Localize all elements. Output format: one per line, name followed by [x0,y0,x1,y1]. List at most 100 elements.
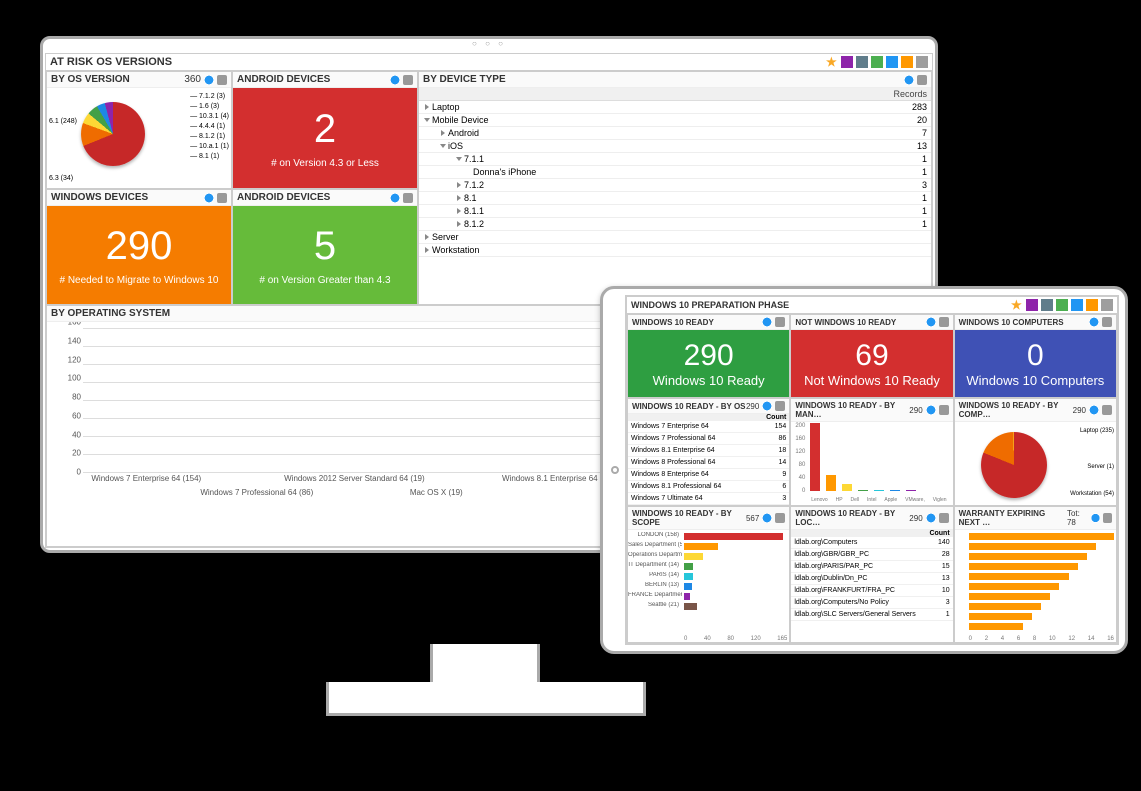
tree-row[interactable]: Laptop283 [419,101,931,114]
export-icon[interactable] [916,56,928,68]
info-icon[interactable] [204,75,214,85]
link-icon[interactable] [775,401,785,411]
info-icon[interactable] [762,401,772,411]
metric-tile[interactable]: 5 # on Version Greater than 4.3 [233,206,417,304]
metric-tile[interactable]: 69 Not Windows 10 Ready [791,330,952,397]
info-icon[interactable] [1091,513,1100,523]
tree-row[interactable]: Mobile Device20 [419,114,931,127]
info-icon[interactable] [1089,317,1099,327]
widget-title: WINDOWS 10 READY [632,318,714,327]
metric-tile[interactable]: 2 # on Version 4.3 or Less [233,88,417,188]
info-icon[interactable] [926,513,936,523]
widget-title: WINDOWS DEVICES [51,192,148,203]
widget-title: ANDROID DEVICES [237,74,330,85]
gear-icon[interactable] [901,56,913,68]
widget-warranty-expiring: WARRANTY EXPIRING NEXT … Tot: 78 0246810… [954,506,1117,643]
widget-ready-by-computer-type: WINDOWS 10 READY - BY COMP… 290 Laptop (… [954,398,1117,506]
info-icon[interactable] [204,193,214,203]
info-icon[interactable] [390,193,400,203]
ready-by-os-list[interactable]: CountWindows 7 Enterprise 64154Windows 7… [628,414,789,505]
info-icon[interactable] [926,405,936,415]
star-icon[interactable]: ★ [1011,299,1023,311]
pie-legend: — 7.1.2 (3) — 1.6 (3) — 10.3.1 (4) — 4.4… [190,92,229,162]
ready-by-location-list[interactable]: Countldlab.org\Computers140ldlab.org\GBR… [791,530,952,642]
tree-row[interactable]: 7.1.11 [419,153,931,166]
manufacturer-bar-chart[interactable]: 04080120160200 LenovoHPDellIntelAppleVMw… [791,422,952,505]
widget-title: WINDOWS 10 COMPUTERS [959,318,1064,327]
pie-chart[interactable]: 6.1 (248) 6.3 (34) — 7.1.2 (3) — 1.6 (3)… [47,88,231,188]
pie-label: 6.1 (248) [49,118,77,125]
link-icon[interactable] [217,75,227,85]
tree-row[interactable]: Android7 [419,127,931,140]
scope-bar-chart[interactable]: LONDON (158)Sales Department (54)Operati… [628,530,789,642]
tree-row[interactable]: Server [419,231,931,244]
widget-android-under43: ANDROID DEVICES 2 # on Version 4.3 or Le… [232,71,418,189]
widget-title: BY OS VERSION [51,74,130,85]
tree-row[interactable]: iOS13 [419,140,931,153]
dashboard-header: AT RISK OS VERSIONS ★ [46,54,932,71]
pie-label: 6.3 (34) [49,175,73,182]
link-icon[interactable] [403,75,413,85]
monitor-neck [430,644,540,684]
link-icon[interactable] [917,75,927,85]
tree-row[interactable]: 7.1.23 [419,179,931,192]
export-icon[interactable] [1101,299,1113,311]
link-icon[interactable] [403,193,413,203]
widget-title: WINDOWS 10 READY - BY OS [632,402,746,411]
metric-tile[interactable]: 0 Windows 10 Computers [955,330,1116,397]
globe-icon[interactable] [886,56,898,68]
wrench-icon[interactable] [856,56,868,68]
globe-icon[interactable] [1071,299,1083,311]
info-icon[interactable] [762,317,772,327]
widget-title: WINDOWS 10 READY - BY SCOPE [632,509,746,527]
filter-icon[interactable] [1026,299,1038,311]
tree-row[interactable]: Workstation [419,244,931,257]
info-icon[interactable] [390,75,400,85]
info-icon[interactable] [762,513,772,523]
wrench-icon[interactable] [1041,299,1053,311]
link-icon[interactable] [1102,405,1112,415]
widget-win10-ready: WINDOWS 10 READY 290 Windows 10 Ready [627,314,790,398]
link-icon[interactable] [1102,317,1112,327]
column-header-records: Records [871,88,931,101]
widget-ready-by-scope: WINDOWS 10 READY - BY SCOPE 567 LONDON (… [627,506,790,643]
info-icon[interactable] [904,75,914,85]
link-icon[interactable] [1103,513,1112,523]
computer-type-pie[interactable]: Laptop (235) Server (1) Workstation (54) [955,422,1116,505]
link-icon[interactable] [217,193,227,203]
link-icon[interactable] [775,513,785,523]
link-icon[interactable] [939,405,949,415]
tree-row[interactable]: 8.1.21 [419,218,931,231]
link-icon[interactable] [939,317,949,327]
widget-title: NOT WINDOWS 10 READY [795,318,896,327]
gear-icon[interactable] [1086,299,1098,311]
dashboard-title: WINDOWS 10 PREPARATION PHASE [631,300,789,310]
widget-win10-computers: WINDOWS 10 COMPUTERS 0 Windows 10 Comput… [954,314,1117,398]
device-type-tree[interactable]: Records Laptop283Mobile Device20Android7… [419,88,931,257]
info-icon[interactable] [1089,405,1099,415]
tablet-home-button[interactable] [611,466,619,474]
link-icon[interactable] [775,317,785,327]
refresh-icon[interactable] [871,56,883,68]
filter-icon[interactable] [841,56,853,68]
tablet-frame: WINDOWS 10 PREPARATION PHASE ★ WINDOWS 1… [600,286,1128,654]
widget-title: BY DEVICE TYPE [423,74,506,85]
widget-title: WINDOWS 10 READY - BY COMP… [959,401,1073,419]
dashboard-toolbar: ★ [826,56,928,68]
warranty-bar-chart[interactable]: 0246810121416 [955,530,1116,642]
tree-row[interactable]: Donna's iPhone1 [419,166,931,179]
tablet-dashboard-header: WINDOWS 10 PREPARATION PHASE ★ [627,297,1117,314]
refresh-icon[interactable] [1056,299,1068,311]
widget-os-version-pie: BY OS VERSION 360 6.1 (248) 6.3 (34) [46,71,232,189]
star-icon[interactable]: ★ [826,56,838,68]
widget-ready-by-location: WINDOWS 10 READY - BY LOC… 290 Countldla… [790,506,953,643]
widget-title: BY OPERATING SYSTEM [51,308,170,319]
monitor-indicator: ○ ○ ○ [43,39,935,51]
tree-row[interactable]: 8.1.11 [419,205,931,218]
metric-tile[interactable]: 290 # Needed to Migrate to Windows 10 [47,206,231,304]
metric-tile[interactable]: 290 Windows 10 Ready [628,330,789,397]
info-icon[interactable] [926,317,936,327]
tree-row[interactable]: 8.11 [419,192,931,205]
widget-windows-devices: WINDOWS DEVICES 290 # Needed to Migrate … [46,189,232,305]
link-icon[interactable] [939,513,949,523]
